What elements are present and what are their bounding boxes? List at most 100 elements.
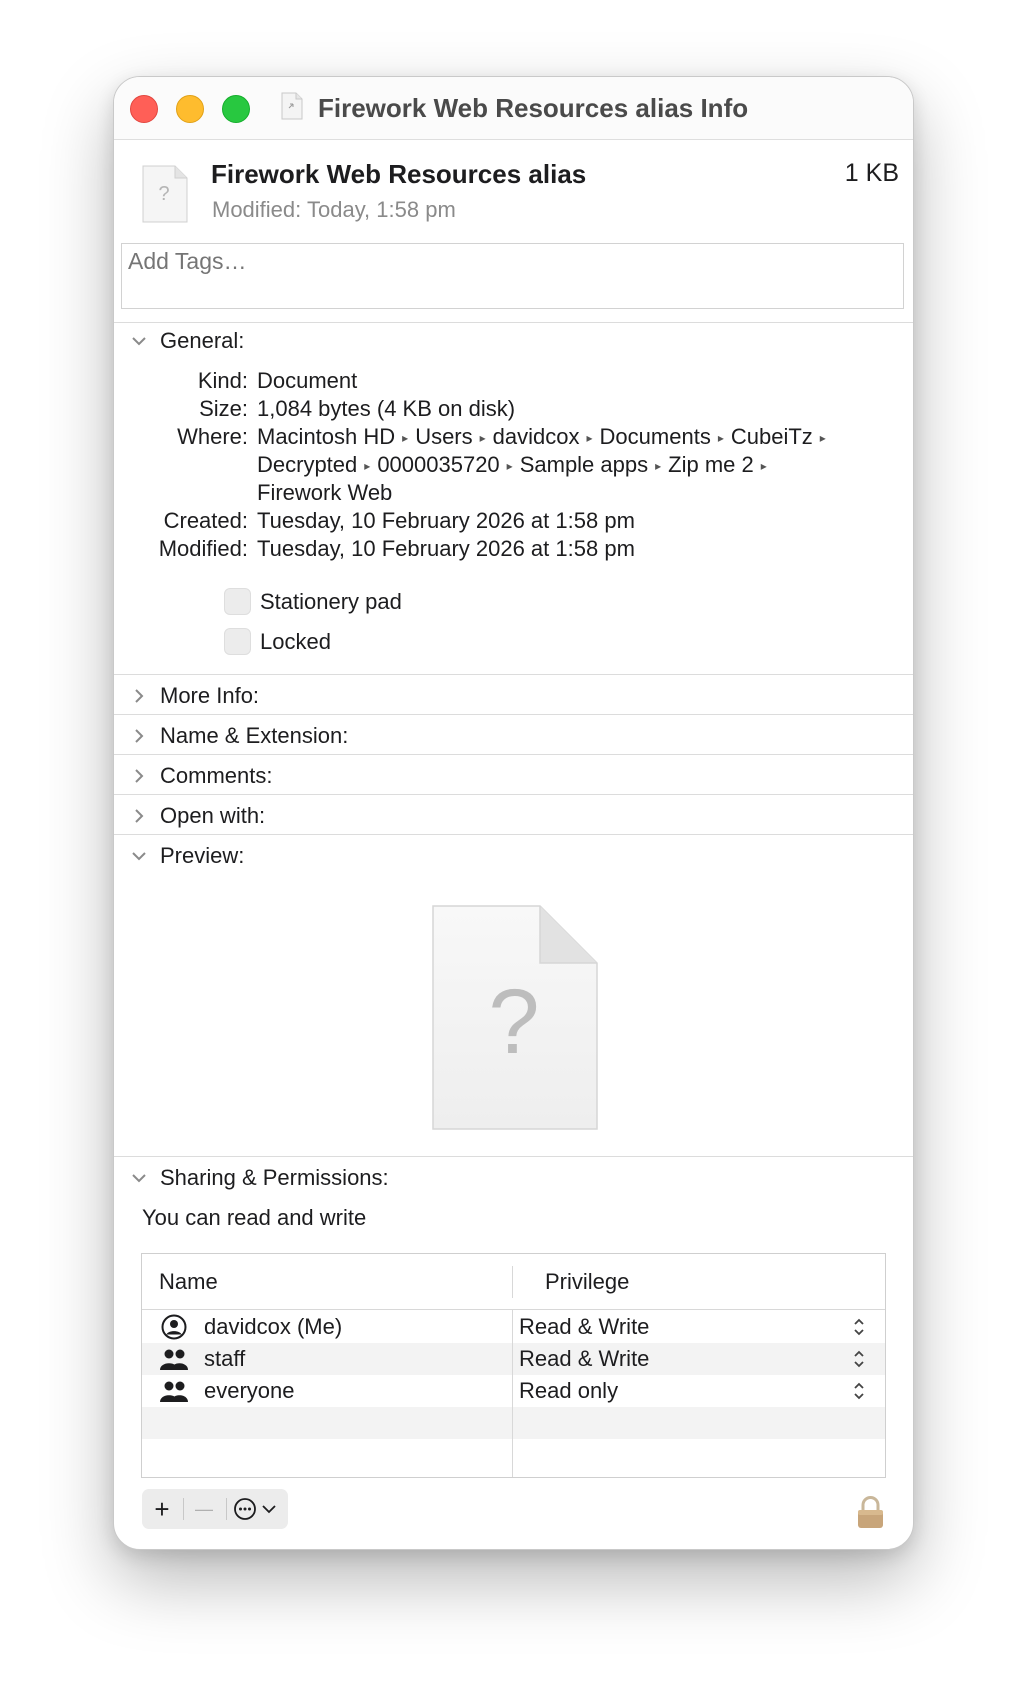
path-separator-icon: ▸ (402, 431, 409, 445)
section-comments[interactable]: Comments: (129, 763, 272, 789)
path-segment: Decrypted (257, 452, 358, 477)
kind-value: Document (257, 368, 358, 393)
size-value: 1,084 bytes (4 KB on disk) (257, 396, 516, 421)
path-segment: Firework Web (257, 480, 393, 505)
chevron-right-icon (135, 769, 144, 783)
size-label: Size: (199, 396, 248, 421)
section-more-info-label: More Info: (160, 683, 260, 708)
divider (226, 1498, 227, 1520)
ellipsis-circle-icon (234, 1498, 276, 1520)
action-menu-button[interactable] (228, 1489, 286, 1529)
chevron-right-icon (135, 689, 144, 703)
title-bar: Firework Web Resources alias Info (114, 77, 913, 140)
divider (114, 322, 913, 323)
tags-field[interactable] (121, 243, 904, 309)
user-name: everyone (204, 1378, 295, 1403)
created-value: Tuesday, 10 February 2026 at 1:58 pm (257, 508, 635, 533)
zoom-button[interactable] (222, 95, 250, 123)
path-segment: Macintosh HD (257, 424, 396, 449)
section-sharing-permissions[interactable]: Sharing & Permissions: (129, 1165, 389, 1191)
column-divider (512, 1266, 513, 1298)
modified-label: Modified: (158, 536, 248, 561)
where-label: Where: (177, 424, 248, 449)
table-header: Name Privilege (142, 1254, 885, 1310)
section-general-label: General: (160, 328, 245, 353)
section-general[interactable]: General: (129, 328, 244, 354)
minimize-button[interactable] (176, 95, 204, 123)
table-row-empty (142, 1407, 885, 1439)
table-row[interactable]: davidcox (Me) Read & Write (142, 1311, 885, 1343)
locked-checkbox[interactable] (224, 628, 251, 655)
chevron-up-down-icon[interactable] (852, 1317, 866, 1337)
path-segment: 0000035720 (377, 452, 500, 477)
privilege-value[interactable]: Read & Write (519, 1314, 649, 1340)
section-name-extension-label: Name & Extension: (160, 723, 349, 748)
privilege-value[interactable]: Read & Write (519, 1346, 649, 1372)
file-size: 1 KB (844, 159, 899, 187)
divider (114, 754, 913, 755)
section-sharing-label: Sharing & Permissions: (160, 1165, 389, 1190)
stationery-pad-label: Stationery pad (260, 588, 402, 614)
chevron-up-down-icon[interactable] (852, 1349, 866, 1369)
chevron-right-icon (135, 809, 144, 823)
created-label: Created: (163, 508, 248, 533)
svg-text:?: ? (158, 183, 169, 205)
svg-text:?: ? (488, 971, 539, 1073)
stationery-pad-checkbox-row[interactable]: Stationery pad (224, 588, 402, 615)
locked-checkbox-row[interactable]: Locked (224, 628, 331, 655)
stationery-pad-checkbox[interactable] (224, 588, 251, 615)
divider (114, 834, 913, 835)
path-separator-icon: ▸ (760, 459, 767, 473)
table-row[interactable]: staff Read & Write (142, 1343, 885, 1375)
path-segment: Sample apps (519, 452, 649, 477)
path-separator-icon: ▸ (717, 431, 724, 445)
path-separator-icon: ▸ (506, 459, 513, 473)
divider (114, 674, 913, 675)
group-icon (160, 1381, 188, 1402)
chevron-down-icon (132, 337, 146, 346)
add-user-button[interactable]: + (142, 1489, 182, 1529)
where-line-3: Firework Web (257, 480, 392, 506)
path-separator-icon: ▸ (479, 431, 486, 445)
chevron-right-icon (135, 729, 144, 743)
modified-value: Tuesday, 10 February 2026 at 1:58 pm (257, 536, 635, 561)
permissions-table: Name Privilege davidcox (Me) Read & Writ… (141, 1253, 886, 1478)
path-segment: davidcox (492, 424, 580, 449)
permission-note: You can read and write (142, 1205, 367, 1230)
section-more-info[interactable]: More Info: (129, 683, 259, 709)
column-header-privilege[interactable]: Privilege (545, 1269, 629, 1295)
path-segment: CubeiTz (730, 424, 813, 449)
privilege-value[interactable]: Read only (519, 1378, 618, 1404)
table-row[interactable]: everyone Read only (142, 1375, 885, 1407)
locked-label: Locked (260, 628, 331, 654)
section-comments-label: Comments: (160, 763, 273, 788)
remove-user-button[interactable]: — (184, 1489, 224, 1529)
info-window: Firework Web Resources alias Info ? Fire… (113, 76, 914, 1550)
divider (114, 794, 913, 795)
path-separator-icon: ▸ (819, 431, 826, 445)
file-icon: ? (142, 165, 188, 223)
window-title: Firework Web Resources alias Info (318, 93, 749, 123)
where-line-1: Macintosh HD ▸ Users ▸ davidcox ▸ Documents ▸ Cu… (257, 424, 833, 450)
path-separator-icon: ▸ (655, 459, 662, 473)
permissions-toolbar: + — (142, 1489, 288, 1529)
divider (114, 1156, 913, 1157)
kind-label: Kind: (197, 368, 248, 393)
lock-icon[interactable] (857, 1496, 884, 1529)
section-preview[interactable]: Preview: (129, 843, 244, 869)
preview-document-icon: ? (432, 905, 598, 1130)
file-modified: Modified: Today, 1:58 pm (212, 197, 456, 222)
file-name: Firework Web Resources alias (211, 159, 587, 189)
path-segment: Documents (599, 424, 711, 449)
column-header-name[interactable]: Name (159, 1269, 218, 1295)
path-segment: Users (415, 424, 473, 449)
section-open-with[interactable]: Open with: (129, 803, 265, 829)
close-button[interactable] (130, 95, 158, 123)
alias-document-icon (281, 92, 303, 120)
table-row-empty (142, 1439, 885, 1471)
chevron-up-down-icon[interactable] (852, 1381, 866, 1401)
column-divider (512, 1310, 513, 1477)
section-name-extension[interactable]: Name & Extension: (129, 723, 348, 749)
chevron-down-icon (132, 1174, 146, 1183)
divider (114, 714, 913, 715)
